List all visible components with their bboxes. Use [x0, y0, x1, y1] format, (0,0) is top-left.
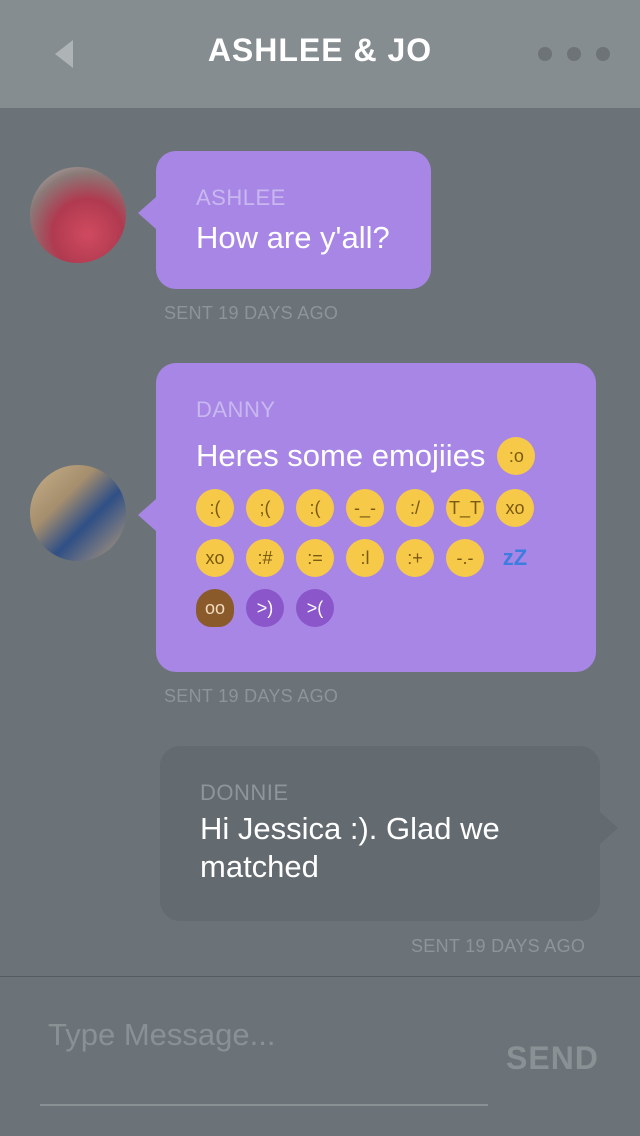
loudly-crying-emoji-icon: T_T — [446, 489, 484, 527]
more-horizontal-icon — [567, 47, 581, 61]
emoji-row: xo :# := :l :+ -.- zZ — [196, 539, 556, 577]
medical-mask-emoji-icon: := — [296, 539, 334, 577]
avatar[interactable] — [30, 465, 126, 561]
bandage-emoji-icon: :+ — [396, 539, 434, 577]
message-bubble: ASHLEE How are y'all? — [138, 151, 431, 289]
zipper-mouth-emoji-icon: :# — [246, 539, 284, 577]
emoji-row: oo >) >( — [196, 589, 556, 627]
zzz-icon: zZ — [502, 545, 528, 570]
message-sender: ASHLEE — [196, 185, 286, 210]
message-text: How are y'all? — [196, 220, 390, 255]
message-bubble: DONNIE Hi Jessica :). Glad we matched — [160, 746, 618, 921]
hushed-emoji-icon: :( — [196, 489, 234, 527]
message-input[interactable] — [40, 1010, 488, 1106]
divider — [0, 976, 640, 977]
message-text: Heres some emojiies — [196, 438, 486, 473]
angry-devil-emoji-icon: >( — [296, 589, 334, 627]
more-horizontal-icon — [538, 47, 552, 61]
sleepy-emoji-icon: -_- — [346, 489, 384, 527]
thermometer-emoji-icon: :l — [346, 539, 384, 577]
sleeping-emoji-icon: -.- — [446, 539, 484, 577]
message-timestamp: SENT 19 DAYS AGO — [411, 936, 586, 956]
message-sender: DONNIE — [200, 780, 289, 805]
message-timestamp: SENT 19 DAYS AGO — [164, 686, 339, 706]
dizzy-emoji-icon: xo — [196, 539, 234, 577]
cold-sweat-emoji-icon: :/ — [396, 489, 434, 527]
frowning-emoji-icon: :( — [296, 489, 334, 527]
more-horizontal-icon — [596, 47, 610, 61]
top-bar: ASHLEE & JO — [0, 0, 640, 108]
message-timestamp: SENT 19 DAYS AGO — [164, 303, 339, 323]
smiling-devil-emoji-icon: >) — [246, 589, 284, 627]
avatar[interactable] — [30, 167, 126, 263]
frowning-open-mouth-emoji-icon: :o — [497, 437, 536, 475]
send-button[interactable]: SEND — [506, 1040, 616, 1080]
message-bubble: DANNY Heres some emojiies :o :( ;( :( -_… — [138, 363, 596, 672]
message-sender: DANNY — [196, 397, 276, 422]
more-options-button[interactable] — [538, 40, 610, 68]
message-text: Hi Jessica :). Glad we matched — [200, 811, 500, 884]
pile-of-poo-emoji-icon: oo — [196, 589, 234, 627]
crying-emoji-icon: ;( — [246, 489, 284, 527]
dizzy-emoji-icon: xo — [496, 489, 534, 527]
emoji-row: :( ;( :( -_- :/ T_T xo — [196, 489, 556, 527]
